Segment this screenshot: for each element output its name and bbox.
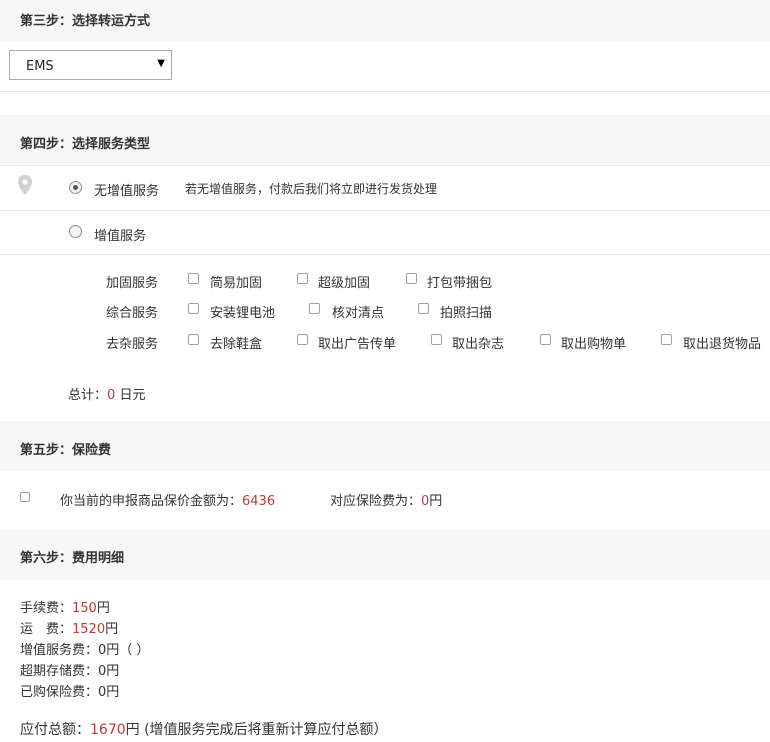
insurance-fee-unit: 円 [429, 494, 443, 509]
insurance-purchased-row: 已购保险费：0円 [20, 681, 119, 700]
insurance-purchased-value: 0円 [98, 685, 120, 700]
service-total-value: 0 [107, 388, 116, 403]
service-option-label: 去除鞋盒 [210, 337, 263, 352]
total-payable-value: 1670 [90, 722, 126, 738]
service-checkbox[interactable] [297, 334, 308, 345]
declared-amount: 6436 [242, 494, 276, 509]
declared-label: 你当前的申报商品保价金额为： [60, 494, 243, 509]
service-checkbox[interactable] [309, 303, 320, 314]
value-added-fee-label: 增值服务费： [20, 643, 99, 658]
service-option-label: 简易加固 [210, 276, 263, 291]
chevron-down-icon: ▼ [157, 58, 165, 69]
total-payable-unit: 円 [125, 722, 140, 738]
total-payable-row: 应付总额：1670円 (增值服务完成后将重新计算应付总额） [20, 719, 388, 739]
service-total: 总计：0 日元 [68, 384, 145, 403]
shipping-fee-label: 运 费： [20, 622, 73, 637]
service-checkbox[interactable] [540, 334, 551, 345]
service-option-label: 打包带捆包 [427, 276, 493, 291]
insurance-fee-label: 对应保险费为： [330, 494, 422, 509]
no-value-added-label: 无增值服务 [94, 184, 160, 199]
storage-fee-value: 0円 [98, 664, 120, 679]
total-payable-note: (增值服务完成后将重新计算应付总额） [144, 722, 388, 738]
insurance-fee: 对应保险费为：0円 [330, 490, 442, 509]
total-payable-label: 应付总额： [20, 722, 90, 738]
handling-fee-value: 150 [72, 601, 97, 616]
step5-title: 第五步：保险费 [20, 443, 112, 458]
service-checkbox[interactable] [431, 334, 442, 345]
service-checkbox[interactable] [188, 334, 199, 345]
step3-header: 第三步：选择转运方式 [0, 0, 770, 42]
insurance-checkbox[interactable] [20, 492, 30, 502]
step6-title: 第六步：费用明细 [20, 551, 125, 566]
divider [0, 210, 770, 211]
storage-fee-label: 超期存储费： [20, 664, 99, 679]
storage-fee-row: 超期存储费：0円 [20, 660, 119, 679]
service-option-label: 取出退货物品 [683, 337, 762, 352]
service-group-label: 去杂服务 [106, 337, 159, 352]
step4-title: 第四步：选择服务类型 [20, 137, 151, 152]
service-checkbox[interactable] [661, 334, 672, 345]
service-option-label: 超级加固 [318, 276, 371, 291]
step4-header: 第四步：选择服务类型 [0, 115, 770, 165]
service-option-label: 取出广告传单 [318, 337, 397, 352]
service-checkbox[interactable] [188, 273, 199, 284]
divider [0, 91, 770, 92]
shipping-fee-row: 运 费：1520円 [20, 618, 118, 637]
divider [0, 254, 770, 255]
shipping-method-select[interactable]: EMS ▼ [9, 50, 172, 80]
handling-fee-unit: 円 [96, 601, 110, 616]
service-total-label: 总计： [68, 388, 108, 403]
service-option-label: 核对清点 [332, 306, 385, 321]
declared-value: 你当前的申报商品保价金额为：6436 [60, 490, 275, 509]
service-option-label: 拍照扫描 [440, 306, 493, 321]
service-checkbox[interactable] [188, 303, 199, 314]
value-added-radio[interactable] [69, 225, 82, 238]
step5-header: 第五步：保险费 [0, 421, 770, 471]
service-group-label: 加固服务 [106, 276, 159, 291]
shipping-fee-value: 1520 [72, 622, 106, 637]
location-pin-icon [18, 175, 32, 195]
value-added-label: 增值服务 [94, 229, 147, 244]
handling-fee-row: 手续费：150円 [20, 597, 110, 616]
service-checkbox[interactable] [418, 303, 429, 314]
shipping-fee-unit: 円 [105, 622, 119, 637]
insurance-purchased-label: 已购保险费： [20, 685, 99, 700]
service-option-label: 安装锂电池 [210, 306, 276, 321]
divider [0, 165, 770, 166]
service-option-label: 取出杂志 [452, 337, 505, 352]
step6-header: 第六步：费用明细 [0, 530, 770, 580]
no-value-added-note: 若无增值服务，付款后我们将立即进行发货处理 [185, 182, 438, 196]
service-checkbox[interactable] [297, 273, 308, 284]
service-checkbox[interactable] [406, 273, 417, 284]
value-added-fee-row: 增值服务费：0円（ ） [20, 639, 149, 658]
value-added-fee-value: 0円（ ） [98, 643, 150, 658]
service-group-label: 综合服务 [106, 306, 159, 321]
handling-fee-label: 手续费： [20, 601, 73, 616]
no-value-added-radio[interactable] [69, 181, 82, 194]
service-total-unit: 日元 [119, 388, 146, 403]
step3-title: 第三步：选择转运方式 [20, 14, 151, 29]
shipping-method-value: EMS [26, 59, 54, 74]
service-option-label: 取出购物单 [561, 337, 627, 352]
